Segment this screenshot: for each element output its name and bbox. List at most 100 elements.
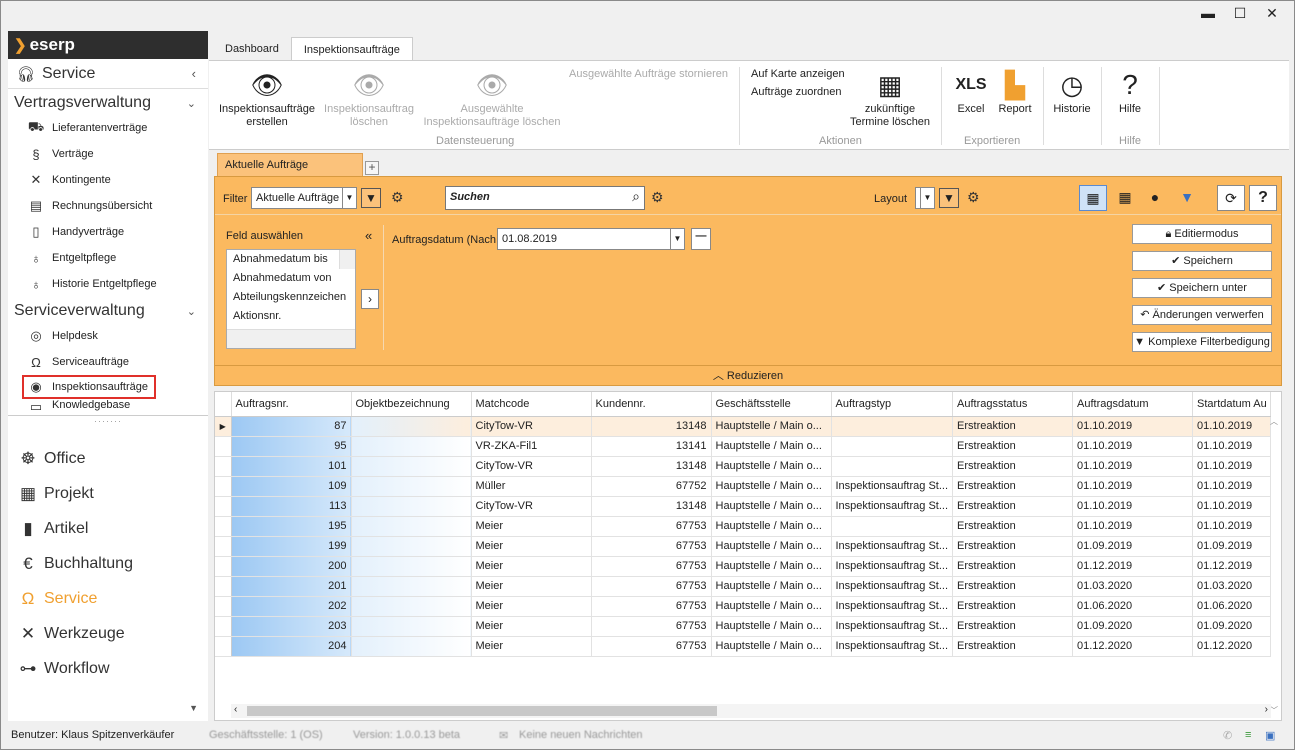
horizontal-scrollbar[interactable] [227,329,355,348]
multi-grid-button[interactable]: ▦ [1111,185,1139,211]
row-indicator[interactable] [215,496,232,517]
assign-orders-button[interactable]: Aufträge zuordnen [751,86,842,98]
table-cell[interactable]: Meier [471,556,592,577]
delete-future-dates-button[interactable]: ▦ zukünftige Termine löschen [845,67,935,129]
table-cell[interactable]: Erstreaktion [952,556,1074,577]
table-cell[interactable]: 01.10.2019 [1072,496,1194,517]
grid-filter-toggle[interactable]: ▦ [1079,185,1107,211]
table-cell[interactable]: 203 [231,616,352,637]
table-cell[interactable]: 01.06.2020 [1072,596,1194,617]
close-button[interactable]: ✕ [1256,3,1288,23]
vertical-scrollbar[interactable] [339,250,355,269]
table-cell[interactable] [351,576,472,597]
module-office[interactable]: ☸ Office [8,441,208,476]
user-button[interactable]: ● [1141,185,1169,211]
table-cell[interactable]: Hauptstelle / Main o... [711,516,832,537]
save-as-button[interactable]: ✔ Speichern unter [1132,278,1272,298]
table-cell[interactable]: 01.10.2019 [1192,416,1272,437]
column-header[interactable]: Kundennr. [591,392,712,417]
tab-dashboard[interactable]: Dashboard [213,37,291,61]
column-header[interactable]: Auftragsdatum [1072,392,1194,417]
table-row[interactable]: 200 Meier 67753 Hauptstelle / Main o... Insp… [215,556,1272,577]
row-indicator[interactable] [215,476,232,497]
table-cell[interactable]: 101 [231,456,352,477]
table-cell[interactable]: 67753 [591,596,712,617]
table-cell[interactable]: Erstreaktion [952,476,1074,497]
sidebar-section-header[interactable]: 🎧︎ Service ‹ [8,59,208,89]
table-cell[interactable]: 67753 [591,636,712,657]
filter-settings-button[interactable]: ▼ [1173,185,1201,211]
table-cell[interactable]: 01.10.2019 [1192,456,1272,477]
table-cell[interactable]: Hauptstelle / Main o... [711,456,832,477]
table-cell[interactable]: 01.10.2019 [1072,476,1194,497]
delete-selected-inspections-button[interactable]: 👁︎ Ausgewählte Inspektionsaufträge lösch… [421,67,563,129]
list-item[interactable]: Abteilungskennzeichen [227,288,355,307]
table-cell[interactable]: Erstreaktion [952,436,1074,457]
table-cell[interactable]: 01.10.2019 [1072,436,1194,457]
sidebar-item-inspektionsauftraege[interactable]: ◉ Inspektionsaufträge [22,375,156,399]
table-cell[interactable]: Hauptstelle / Main o... [711,536,832,557]
scroll-down-icon[interactable]: ▼ [189,703,198,713]
table-cell[interactable]: Hauptstelle / Main o... [711,416,832,437]
show-on-map-button[interactable]: Auf Karte anzeigen [751,68,845,80]
save-button[interactable]: ✔ Speichern [1132,251,1272,271]
module-workflow[interactable]: ⊶ Workflow [8,651,208,686]
table-cell[interactable]: 67753 [591,536,712,557]
row-indicator[interactable] [215,516,232,537]
row-indicator[interactable] [215,556,232,577]
table-cell[interactable]: Inspektionsauftrag St... [831,476,954,497]
table-cell[interactable]: Inspektionsauftrag St... [831,576,954,597]
column-header[interactable]: Auftragsnr. [231,392,352,417]
table-cell[interactable]: VR-ZKA-Fil1 [471,436,592,457]
table-cell[interactable]: 01.10.2019 [1192,476,1272,497]
row-indicator[interactable] [215,636,232,657]
module-buchhaltung[interactable]: € Buchhaltung [8,546,208,581]
database-icon[interactable]: ≡ [1245,729,1251,741]
table-cell[interactable]: Meier [471,536,592,557]
table-cell[interactable]: Hauptstelle / Main o... [711,636,832,657]
table-cell[interactable]: 01.09.2019 [1192,536,1272,557]
table-cell[interactable]: 01.09.2020 [1072,616,1194,637]
table-row[interactable]: 95 VR-ZKA-Fil1 13141 Hauptstelle / Main o..… [215,436,1272,457]
table-cell[interactable]: Meier [471,596,592,617]
table-cell[interactable]: 200 [231,556,352,577]
table-cell[interactable]: 01.12.2020 [1072,636,1194,657]
table-cell[interactable]: 13148 [591,416,712,437]
gear-icon[interactable]: ⚙ [391,189,404,206]
table-cell[interactable]: Inspektionsauftrag St... [831,616,954,637]
column-header[interactable]: Geschäftsstelle [711,392,832,417]
table-row[interactable]: 199 Meier 67753 Hauptstelle / Main o... Insp… [215,536,1272,557]
table-cell[interactable] [351,616,472,637]
table-cell[interactable]: 01.09.2019 [1072,536,1194,557]
table-cell[interactable]: 13141 [591,436,712,457]
table-cell[interactable]: 67753 [591,616,712,637]
module-artikel[interactable]: ▮ Artikel [8,511,208,546]
history-button[interactable]: ◷ Historie [1049,67,1095,116]
table-row[interactable]: 203 Meier 67753 Hauptstelle / Main o... Insp… [215,616,1272,637]
table-cell[interactable]: Müller [471,476,592,497]
row-indicator[interactable] [215,596,232,617]
list-item[interactable]: Aktionsnr. [227,307,355,326]
gear-icon[interactable]: ⚙ [651,189,664,206]
table-cell[interactable]: 01.12.2020 [1192,636,1272,657]
table-cell[interactable]: 199 [231,536,352,557]
reduce-button[interactable]: ︿ Reduzieren [215,365,1281,385]
table-cell[interactable]: 01.12.2019 [1192,556,1272,577]
table-cell[interactable]: 201 [231,576,352,597]
table-cell[interactable]: 95 [231,436,352,457]
table-row[interactable]: 202 Meier 67753 Hauptstelle / Main o... Insp… [215,596,1272,617]
column-header[interactable]: Matchcode [471,392,592,417]
remove-condition-button[interactable]: — [691,228,711,250]
collapse-chevron-icon[interactable]: ‹ [192,66,196,81]
table-cell[interactable]: Erstreaktion [952,456,1074,477]
search-icon[interactable]: ⌕ [632,188,640,205]
table-cell[interactable]: 195 [231,516,352,537]
table-row[interactable]: 201 Meier 67753 Hauptstelle / Main o... Insp… [215,576,1272,597]
table-cell[interactable] [831,436,954,457]
table-cell[interactable]: 109 [231,476,352,497]
table-cell[interactable] [351,416,472,437]
table-cell[interactable]: 13148 [591,496,712,517]
table-cell[interactable] [351,596,472,617]
table-cell[interactable]: Inspektionsauftrag St... [831,536,954,557]
table-cell[interactable]: Meier [471,616,592,637]
